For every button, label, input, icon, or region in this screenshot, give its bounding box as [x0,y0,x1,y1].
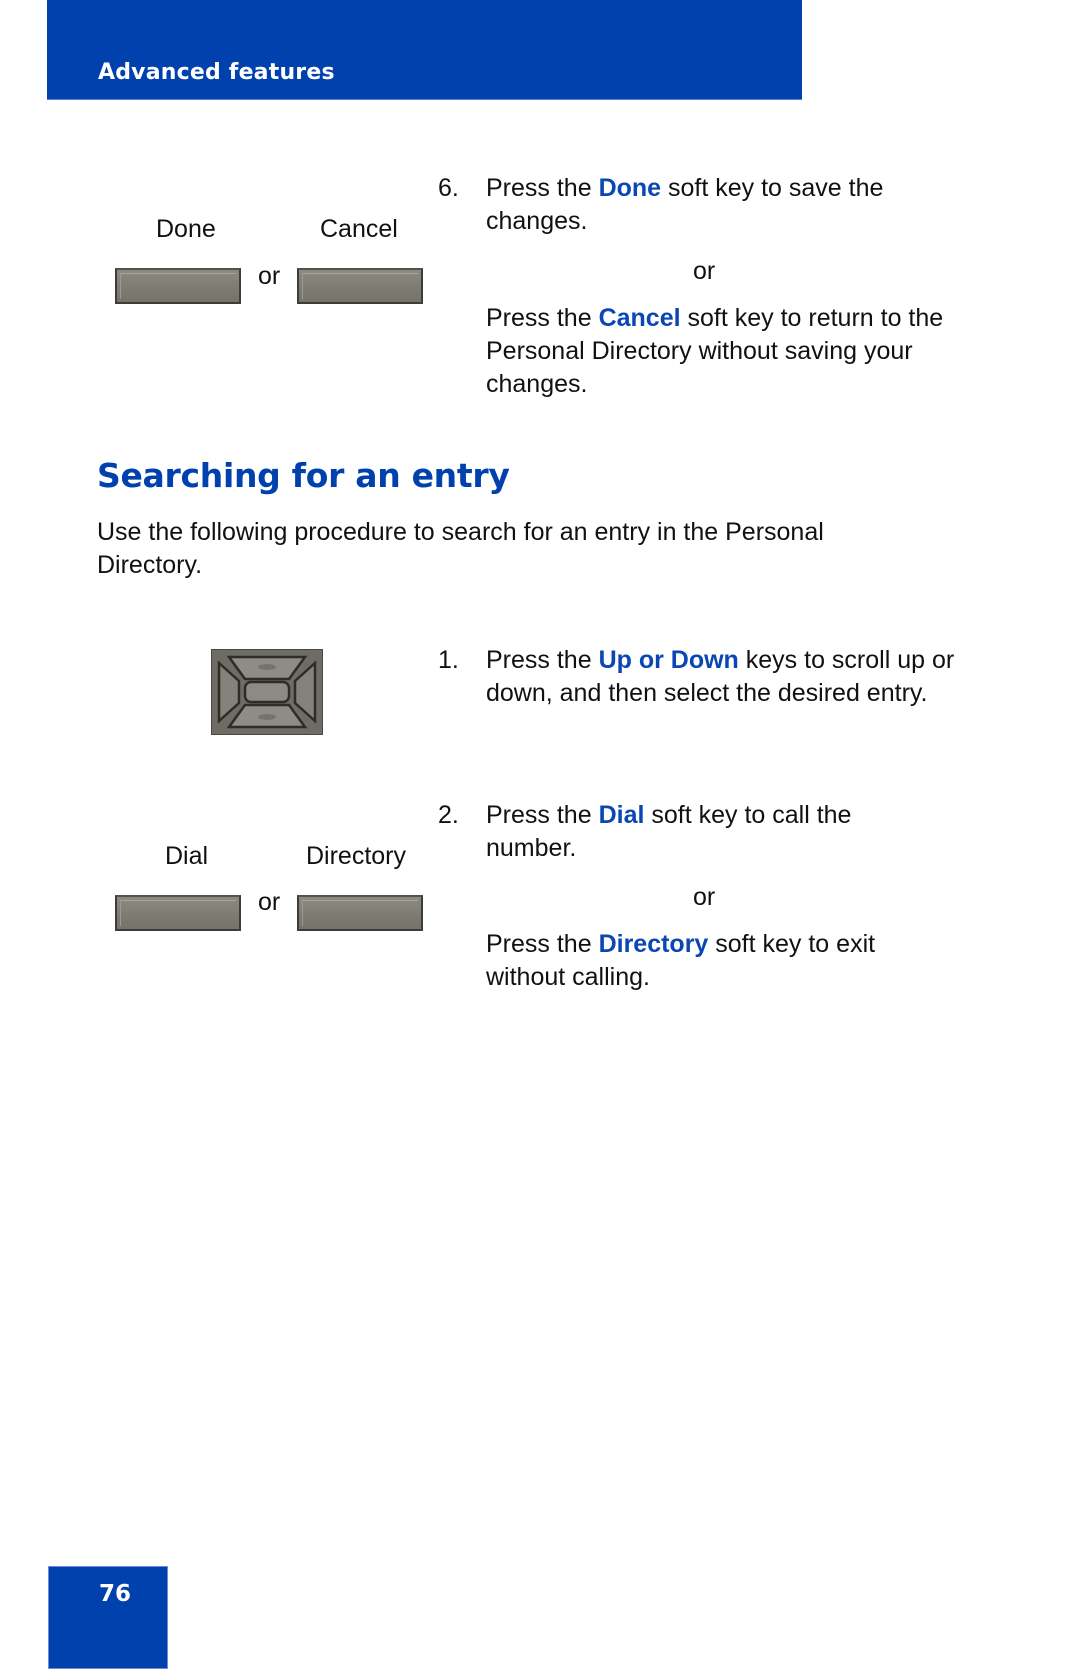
key-name-up-or-down: Up or Down [598,646,739,674]
step-text: Press the Up or Down keys to scroll up o… [486,644,966,710]
or-separator: or [693,257,716,285]
done-softkey[interactable] [115,268,241,304]
or-separator: or [693,883,716,911]
step-text: Press the Dial soft key to call the numb… [486,799,906,865]
header-title: Advanced features [98,60,335,85]
step-text: Press the Directory soft key to exit wit… [486,928,926,994]
dial-softkey[interactable] [115,895,241,931]
key-name-done: Done [598,174,662,202]
section-title: Searching for an entry [97,456,510,495]
key-name-dial: Dial [598,801,645,829]
section-intro: Use the following procedure to search fo… [97,518,824,579]
text-fragment: Press the [486,801,599,829]
key-name-cancel: Cancel [598,304,681,332]
step-number: 2. [438,801,459,829]
softkey-label-cancel: Cancel [320,215,398,243]
softkey-label-done: Done [156,215,216,243]
step-text: Press the Cancel soft key to return to t… [486,302,946,401]
cancel-softkey[interactable] [297,268,423,304]
step-text: Press the Done soft key to save the chan… [486,172,976,238]
softkey-label-dial: Dial [165,842,209,870]
header-bar: Advanced features [47,0,802,100]
softkey-label-directory: Directory [306,842,407,870]
page-number: 76 [99,1581,132,1607]
select-key[interactable] [243,680,291,704]
text-fragment: Press the [486,304,599,332]
text-fragment: Press the [486,174,599,202]
page-number-box: 76 [48,1566,168,1669]
key-name-directory: Directory [598,930,709,958]
or-between-keys: or [258,888,281,916]
or-between-keys: or [258,262,281,290]
navigation-cluster-icon[interactable] [210,648,324,736]
step-number: 1. [438,646,459,674]
text-fragment: Press the [486,646,599,674]
directory-softkey[interactable] [297,895,423,931]
step-number: 6. [438,174,459,202]
text-fragment: Press the [486,930,599,958]
